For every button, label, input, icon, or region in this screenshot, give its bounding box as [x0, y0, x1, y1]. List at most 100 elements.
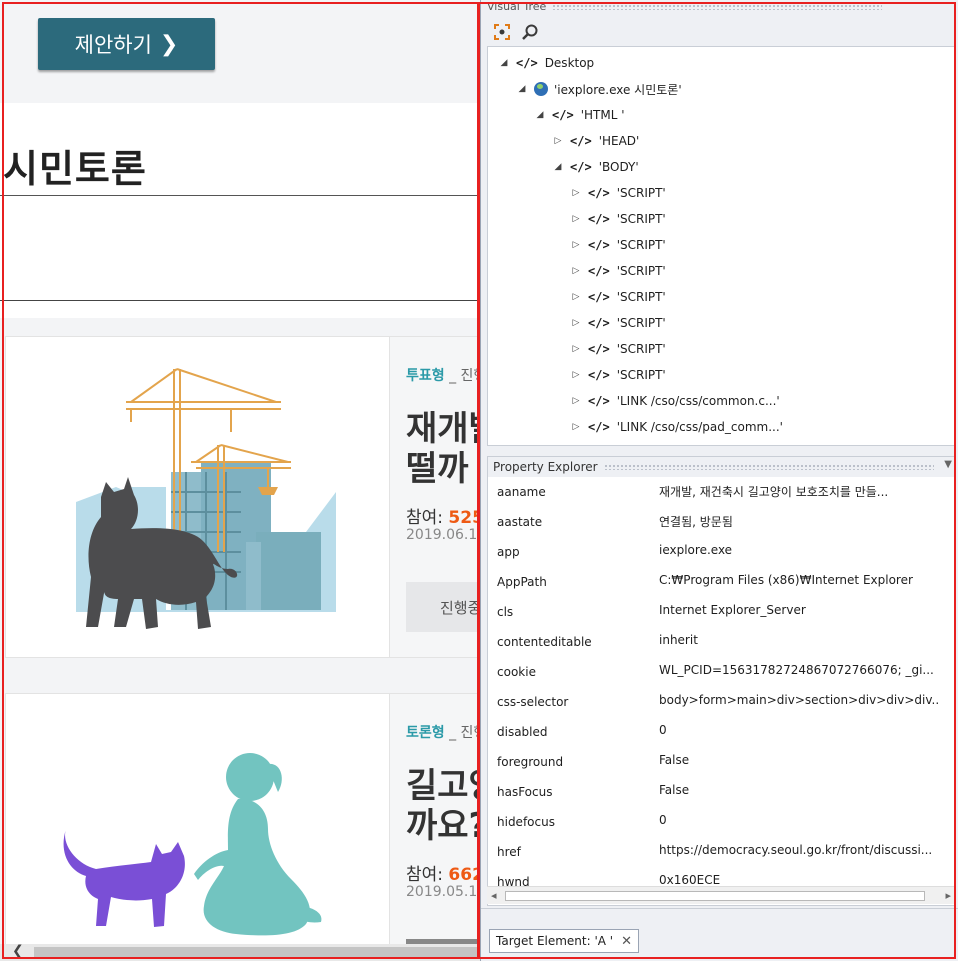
expand-icon[interactable]: ▷: [570, 396, 582, 406]
property-row[interactable]: hidefocus 0: [488, 807, 954, 837]
dropdown-icon[interactable]: ▼: [944, 459, 952, 470]
property-value: iexplore.exe: [659, 543, 733, 557]
discussion-card[interactable]: 투표형 _ 진행 재개발 떨까 참여: 525 2019.06.13 진행중: [5, 336, 480, 658]
property-row[interactable]: hasFocus False: [488, 777, 954, 807]
target-element-tab[interactable]: Target Element: 'A ' ✕: [489, 929, 640, 953]
tree-node-label: 'HTML ': [580, 108, 625, 122]
tree-node[interactable]: ◢ </> 'HTML ': [534, 105, 625, 125]
tree-node[interactable]: ▷ </> 'SCRIPT': [570, 287, 666, 307]
tree-node[interactable]: ▷ </> 'SCRIPT': [570, 183, 666, 203]
card-title[interactable]: 길고양 까요?: [406, 766, 480, 846]
collapse-icon[interactable]: ◢: [516, 84, 528, 94]
card-title-line: 재개발: [406, 409, 480, 449]
property-row[interactable]: disabled 0: [488, 717, 954, 747]
property-key: href: [497, 845, 521, 859]
tree-node[interactable]: ▷ </> 'SCRIPT': [570, 235, 666, 255]
search-icon[interactable]: [519, 21, 541, 43]
code-icon: </>: [588, 186, 610, 200]
expand-icon[interactable]: ▷: [570, 240, 582, 250]
girl-cat-illustration: [63, 753, 322, 936]
expand-icon[interactable]: ▷: [570, 370, 582, 380]
expand-icon[interactable]: ▷: [570, 318, 582, 328]
tree-node[interactable]: ▷ </> 'SCRIPT': [570, 313, 666, 333]
scroll-left-icon[interactable]: ❮: [12, 943, 24, 959]
property-key: hasFocus: [497, 785, 553, 799]
property-key: css-selector: [497, 695, 569, 709]
chevron-right-icon: ❯: [159, 31, 179, 57]
expand-icon[interactable]: ▷: [570, 188, 582, 198]
expand-icon[interactable]: ▷: [570, 422, 582, 432]
visual-tree-toolbar: [487, 18, 955, 46]
target-select-icon[interactable]: [491, 21, 513, 43]
close-icon[interactable]: ✕: [621, 934, 632, 949]
card-status: _ 진행: [449, 725, 480, 741]
divider: [0, 300, 480, 301]
property-key: cookie: [497, 665, 536, 679]
scrollbar-thumb[interactable]: [505, 891, 925, 901]
expand-icon[interactable]: ▷: [570, 266, 582, 276]
tree-node-label: 'SCRIPT': [616, 264, 666, 278]
property-row[interactable]: css-selector body>form>main>div>section>d…: [488, 687, 954, 717]
scrollbar-thumb[interactable]: [34, 947, 480, 957]
tree-node[interactable]: ▷ </> 'LINK /cso/css/pad_comm...': [570, 417, 783, 437]
globe-icon: [534, 82, 548, 96]
code-icon: </>: [588, 316, 610, 330]
tree-node[interactable]: ◢ </> 'BODY': [552, 157, 639, 177]
card-participation: 참여: 525: [406, 503, 480, 528]
property-value: False: [659, 783, 690, 797]
participation-label: 참여:: [406, 508, 449, 528]
tree-node[interactable]: ▷ </> 'SCRIPT': [570, 339, 666, 359]
expand-icon[interactable]: ▷: [570, 344, 582, 354]
property-value: https://democracy.seoul.go.kr/front/disc…: [659, 843, 933, 857]
property-value: 재개발, 재건축시 길고양이 보호조치를 만들...: [659, 485, 889, 499]
card-type-label: 투표형: [406, 368, 445, 384]
tree-node[interactable]: ◢ 'iexplore.exe 시민토론': [516, 79, 682, 99]
code-icon: </>: [588, 368, 610, 382]
status-button[interactable]: 진행중: [406, 582, 480, 632]
visual-tree-header: Visual Tree: [487, 0, 883, 16]
card-info: 투표형 _ 진행 재개발 떨까 참여: 525 2019.06.13 진행중: [406, 337, 480, 657]
collapse-icon[interactable]: ◢: [534, 110, 546, 120]
property-key: aaname: [497, 485, 546, 499]
card-title[interactable]: 재개발 떨까: [406, 409, 480, 489]
tree-node[interactable]: ▷ </> 'LINK /cso/css/common.c...': [570, 391, 780, 411]
scroll-right-icon[interactable]: ▸: [945, 889, 951, 902]
property-row[interactable]: AppPath C:₩Program Files (x86)₩Internet E…: [488, 567, 954, 597]
horizontal-scrollbar[interactable]: ❮: [0, 943, 480, 961]
property-row[interactable]: aaname 재개발, 재건축시 길고양이 보호조치를 만들...: [488, 477, 954, 507]
property-value: body>form>main>div>section>div>div>div..…: [659, 693, 939, 707]
expand-icon[interactable]: ▷: [570, 292, 582, 302]
property-horizontal-scrollbar[interactable]: ◂ ▸: [487, 886, 955, 904]
property-row[interactable]: app iexplore.exe: [488, 537, 954, 567]
property-row[interactable]: aastate 연결됨, 방문됨: [488, 507, 954, 537]
participation-count: 525: [448, 508, 480, 528]
discussion-card[interactable]: 토론형 _ 진행 길고양 까요? 참여: 662 2019.05.14: [5, 693, 480, 953]
propose-button[interactable]: 제안하기 ❯: [38, 18, 215, 70]
tree-node[interactable]: ▷ </> 'SCRIPT': [570, 209, 666, 229]
tree-node[interactable]: ▷ </> 'HEAD': [552, 131, 640, 151]
tree-node[interactable]: ◢ </> Desktop: [498, 53, 595, 73]
code-icon: </>: [516, 56, 538, 70]
property-row[interactable]: contenteditable inherit: [488, 627, 954, 657]
tree-node[interactable]: ▷ </> 'SCRIPT': [570, 365, 666, 385]
card-title-line: 떨까: [406, 449, 469, 489]
card-type: 투표형 _ 진행: [406, 365, 480, 385]
property-row[interactable]: href https://democracy.seoul.go.kr/front/…: [488, 837, 954, 867]
code-icon: </>: [588, 420, 610, 434]
code-icon: </>: [552, 108, 574, 122]
collapse-icon[interactable]: ◢: [552, 162, 564, 172]
code-icon: </>: [588, 264, 610, 278]
property-row[interactable]: foreground False: [488, 747, 954, 777]
card-participation: 참여: 662: [406, 860, 480, 885]
tree-node[interactable]: ▷ </> 'SCRIPT': [570, 261, 666, 281]
property-row[interactable]: cookie WL_PCID=15631782724867072766076; _…: [488, 657, 954, 687]
tree-node-label: 'HEAD': [598, 134, 640, 148]
scroll-left-icon[interactable]: ◂: [491, 889, 497, 902]
property-explorer: Property Explorer ▼ aaname 재개발, 재건축시 길고양이…: [487, 456, 955, 906]
expand-icon[interactable]: ▷: [552, 136, 564, 146]
expand-icon[interactable]: ▷: [570, 214, 582, 224]
property-row[interactable]: cls Internet Explorer_Server: [488, 597, 954, 627]
collapse-icon[interactable]: ◢: [498, 58, 510, 68]
code-icon: </>: [588, 212, 610, 226]
tree-node-label: Desktop: [544, 56, 595, 70]
